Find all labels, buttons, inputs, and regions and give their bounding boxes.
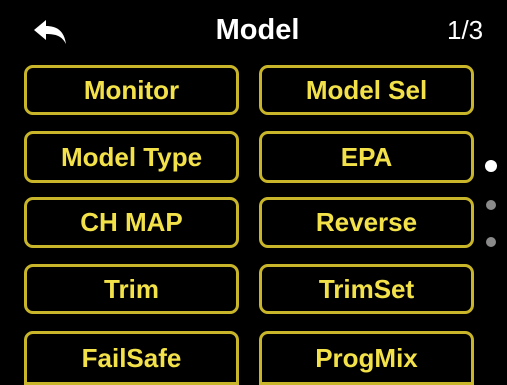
- model-sel-button[interactable]: Model Sel: [259, 65, 474, 115]
- trimset-button[interactable]: TrimSet: [259, 264, 474, 314]
- page-indicator: 1/3: [447, 15, 484, 45]
- progmix-button[interactable]: ProgMix: [259, 331, 474, 385]
- header-bar: Model 1/3: [0, 0, 507, 62]
- page-title: Model: [215, 14, 300, 46]
- trim-button[interactable]: Trim: [24, 264, 239, 314]
- ch-map-button[interactable]: CH MAP: [24, 197, 239, 248]
- model-type-button[interactable]: Model Type: [24, 131, 239, 183]
- page-dot-1-active[interactable]: [485, 160, 497, 172]
- page-dot-2[interactable]: [486, 200, 496, 210]
- page-dot-3[interactable]: [486, 237, 496, 247]
- reverse-button[interactable]: Reverse: [259, 197, 474, 248]
- monitor-button[interactable]: Monitor: [24, 65, 239, 115]
- epa-button[interactable]: EPA: [259, 131, 474, 183]
- model-menu-screen: Model 1/3 Monitor Model Sel Model Type E…: [0, 0, 507, 385]
- failsafe-button[interactable]: FailSafe: [24, 331, 239, 385]
